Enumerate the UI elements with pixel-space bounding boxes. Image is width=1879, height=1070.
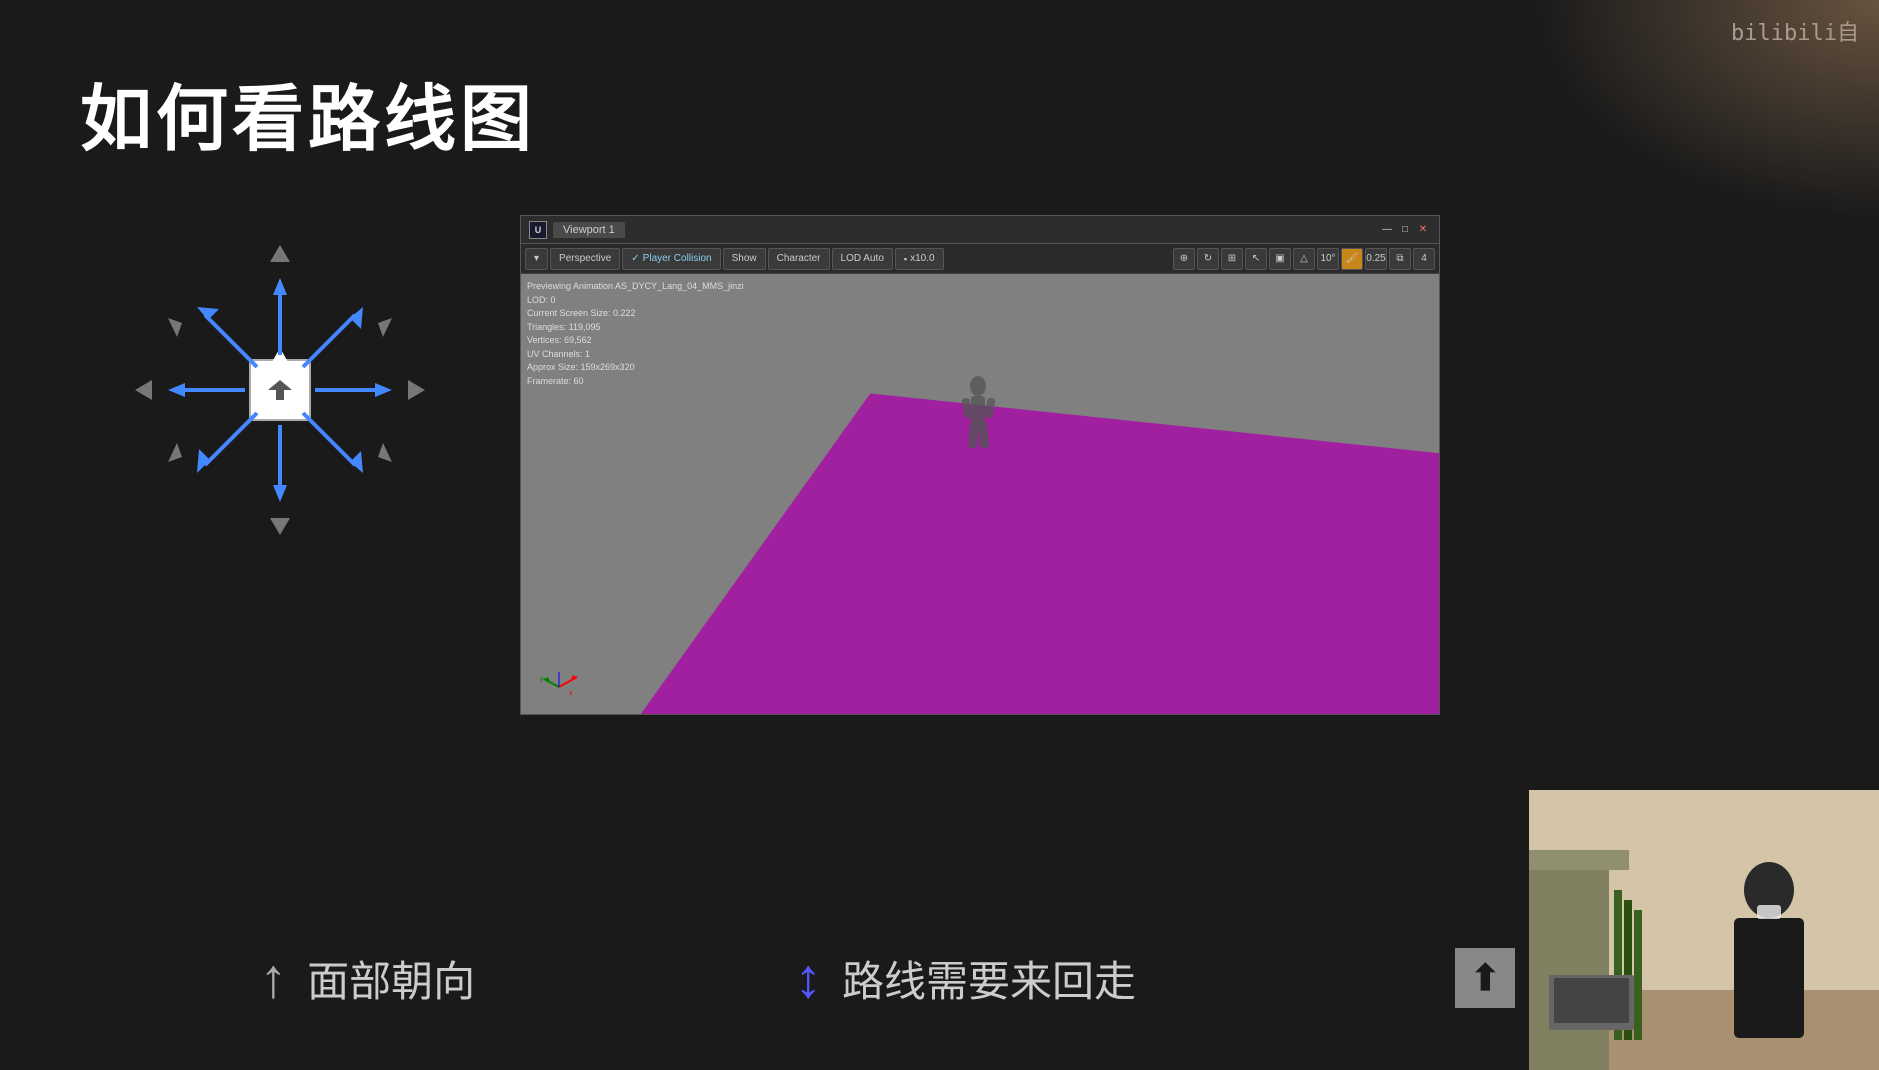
layers-icon-btn[interactable]: ⧉ bbox=[1389, 248, 1411, 270]
bilibili-logo: bilibili自 bbox=[1731, 15, 1859, 47]
arrow-diagram bbox=[120, 230, 440, 550]
dropdown-btn[interactable]: ▾ bbox=[525, 248, 548, 270]
svg-text:y: y bbox=[540, 676, 544, 683]
x10-label: x10.0 bbox=[910, 253, 934, 264]
maximize-button[interactable]: □ bbox=[1397, 223, 1413, 237]
label-route-walk: ↕ 路线需要来回走 bbox=[794, 946, 1136, 1010]
viewport-tab[interactable]: Viewport 1 bbox=[553, 222, 625, 238]
brush-icon-btn[interactable]: 🖌 bbox=[1341, 248, 1363, 270]
triangle-icon-btn[interactable]: △ bbox=[1293, 248, 1315, 270]
ue-logo: U bbox=[529, 221, 547, 239]
degree-label: 10° bbox=[1320, 253, 1335, 264]
show-btn[interactable]: Show bbox=[723, 248, 766, 270]
pause-icon: ⬆ bbox=[1455, 948, 1515, 1008]
character-btn[interactable]: Character bbox=[768, 248, 830, 270]
camera-bg-svg bbox=[1529, 790, 1879, 1070]
refresh-icon-btn[interactable]: ↻ bbox=[1197, 248, 1219, 270]
select-icon-btn[interactable]: ↖ bbox=[1245, 248, 1267, 270]
viewport-content[interactable]: Previewing Animation AS_DYCY_Lang_04_MMS… bbox=[521, 274, 1439, 714]
face-direction-icon: ↑ bbox=[260, 946, 288, 1010]
camera-bg bbox=[1529, 790, 1879, 1070]
face-direction-text: 面部朝向 bbox=[307, 948, 475, 1009]
player-collision-label: Player Collision bbox=[643, 253, 712, 264]
number-btn[interactable]: 4 bbox=[1413, 248, 1435, 270]
viewport-svg bbox=[521, 274, 1439, 714]
player-collision-btn[interactable]: ✓ Player Collision bbox=[622, 248, 720, 270]
perspective-btn[interactable]: Perspective bbox=[550, 248, 620, 270]
value-btn[interactable]: 0.25 bbox=[1365, 248, 1387, 270]
camera-icon-btn[interactable]: ⊕ bbox=[1173, 248, 1195, 270]
cube-icon-btn[interactable]: ▣ bbox=[1269, 248, 1291, 270]
lod-auto-label: LOD Auto bbox=[841, 253, 884, 264]
label-face-direction: ↑ 面部朝向 bbox=[260, 946, 476, 1010]
close-button[interactable]: ✕ bbox=[1415, 223, 1431, 237]
degree-btn[interactable]: 10° bbox=[1317, 248, 1339, 270]
character-silhouette bbox=[951, 374, 1006, 469]
svg-text:x: x bbox=[569, 690, 573, 697]
camera-inset bbox=[1529, 790, 1879, 1070]
viewport-titlebar: U Viewport 1 — □ ✕ bbox=[521, 216, 1439, 244]
check-icon: ✓ bbox=[631, 253, 639, 264]
x10-btn[interactable]: ▪ x10.0 bbox=[895, 248, 944, 270]
perspective-label: Perspective bbox=[559, 253, 611, 264]
route-walk-icon: ↕ bbox=[794, 946, 822, 1010]
viewport-toolbar: ▾ Perspective ✓ Player Collision Show Ch… bbox=[521, 244, 1439, 274]
route-walk-text: 路线需要来回走 bbox=[842, 948, 1136, 1009]
viewport-window: U Viewport 1 — □ ✕ ▾ Perspective ✓ Playe… bbox=[520, 215, 1440, 715]
grid-icon-btn[interactable]: ⊞ bbox=[1221, 248, 1243, 270]
minimize-button[interactable]: — bbox=[1379, 223, 1395, 237]
lod-auto-btn[interactable]: LOD Auto bbox=[832, 248, 893, 270]
axis-indicator: x y bbox=[539, 667, 579, 702]
page-title: 如何看路线图 bbox=[80, 60, 536, 165]
character-label: Character bbox=[777, 253, 821, 264]
show-label: Show bbox=[732, 253, 757, 264]
value-label: 0.25 bbox=[1366, 253, 1385, 264]
page-title-area: 如何看路线图 bbox=[80, 60, 536, 165]
